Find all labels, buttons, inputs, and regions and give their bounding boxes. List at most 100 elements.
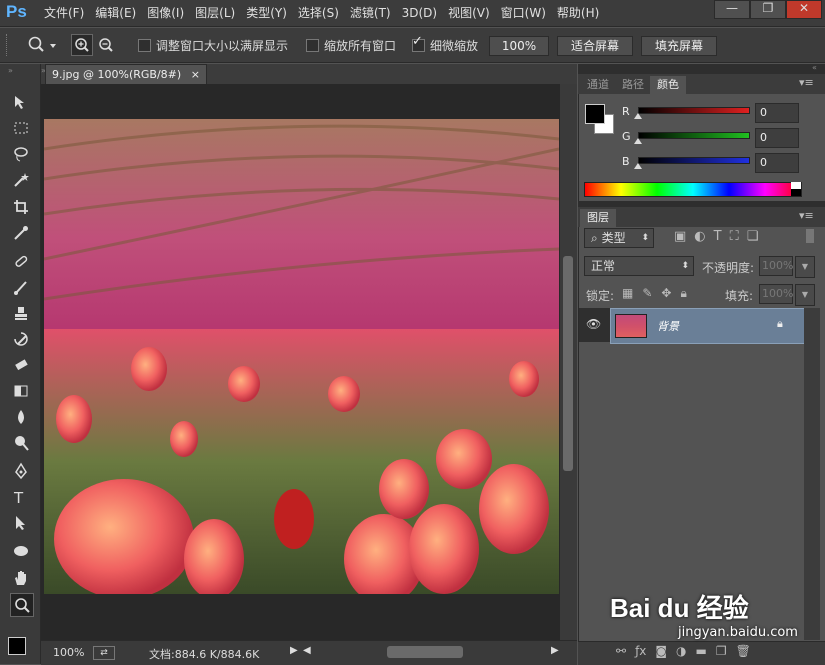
color-panel-menu-icon[interactable]: ▾≡ [799, 76, 814, 89]
spectrum-black-swatch[interactable] [791, 189, 801, 196]
fx-icon[interactable]: ƒx [635, 644, 646, 658]
layers-scrollbar[interactable] [804, 308, 820, 640]
fill-field[interactable]: 100% [759, 284, 793, 304]
tab-color-panel-1[interactable]: 路径 [615, 76, 651, 94]
zoom-out-icon[interactable] [96, 35, 116, 55]
canvas-image-tulip-field[interactable] [44, 119, 559, 594]
brush-tool-icon[interactable] [10, 276, 32, 298]
opacity-field[interactable]: 100% [759, 256, 793, 276]
zoom-tool-icon[interactable] [10, 593, 34, 617]
path-selection-icon[interactable] [10, 512, 32, 534]
zoom-all-checkbox[interactable] [306, 39, 319, 52]
dodge-tool-icon[interactable] [10, 432, 32, 454]
slider-track-b[interactable] [638, 157, 750, 164]
vertical-scroll-thumb[interactable] [563, 256, 573, 471]
menu-item[interactable]: 窗口(W) [501, 0, 546, 26]
slider-thumb-g[interactable] [634, 138, 642, 144]
menu-item[interactable]: 帮助(H) [557, 0, 599, 26]
layers-panel-menu-icon[interactable]: ▾≡ [799, 209, 814, 222]
value-field-b[interactable]: 0 [755, 153, 799, 173]
horizontal-scroll-thumb[interactable] [387, 646, 463, 658]
tab-color-panel-0[interactable]: 通道 [580, 76, 616, 94]
layer-filter-toggle[interactable] [806, 229, 814, 243]
delete-layer-icon[interactable]: 🗑︎ [736, 644, 751, 658]
lock-position-icon[interactable]: ✥ [661, 286, 671, 301]
move-tool-icon[interactable] [10, 91, 32, 113]
menu-item[interactable]: 视图(V) [448, 0, 490, 26]
menu-item[interactable]: 选择(S) [298, 0, 339, 26]
lasso-tool-icon[interactable] [10, 143, 32, 165]
blend-mode-select[interactable]: 正常 ⬍ [584, 256, 694, 276]
marquee-tool-icon[interactable] [10, 117, 32, 139]
layer-name[interactable]: 背景 [657, 318, 679, 334]
resize-windows-checkbox[interactable] [138, 39, 151, 52]
restore-button[interactable]: ❐ [750, 0, 786, 19]
menu-item[interactable]: 滤镜(T) [350, 0, 391, 26]
opacity-dropdown-icon[interactable]: ▼ [795, 256, 815, 278]
menu-item[interactable]: 3D(D) [402, 0, 437, 26]
fill-dropdown-icon[interactable]: ▼ [795, 284, 815, 306]
tab-color-panel-2[interactable]: 颜色 [650, 76, 686, 94]
new-layer-icon[interactable]: ❐ [716, 644, 727, 658]
eye-icon[interactable]: 👁︎ [586, 317, 601, 331]
crop-tool-icon[interactable] [10, 196, 32, 218]
fill-screen-button[interactable]: 填充屏幕 [641, 36, 717, 56]
value-field-r[interactable]: 0 [755, 103, 799, 123]
blur-tool-icon[interactable] [10, 406, 32, 428]
lock-image-pixels-icon[interactable]: ✎ [642, 286, 652, 301]
ellipse-tool-icon[interactable] [10, 540, 32, 562]
add-mask-icon[interactable]: ◙ [655, 644, 667, 658]
hand-tool-icon[interactable] [10, 567, 32, 589]
tab-layers[interactable]: 图层 [580, 209, 616, 227]
document-tab[interactable]: 9.jpg @ 100%(RGB/8#) × [45, 64, 207, 84]
close-button[interactable]: ✕ [786, 0, 822, 19]
color-spectrum-ramp[interactable] [584, 182, 802, 197]
slider-thumb-r[interactable] [634, 113, 642, 119]
status-menu-arrow-icon[interactable]: ▶ [290, 645, 298, 656]
slider-track-g[interactable] [638, 132, 750, 139]
spectrum-white-swatch[interactable] [791, 182, 801, 189]
slider-track-r[interactable] [638, 107, 750, 114]
filter-shape-layer-icon[interactable]: ⛶ [730, 229, 739, 244]
fit-screen-button[interactable]: 适合屏幕 [557, 36, 633, 56]
filter-smart-object-icon[interactable]: ❏ [747, 229, 759, 244]
adjustment-layer-icon[interactable]: ◑ [676, 644, 686, 658]
panel-dock-collapse-icon[interactable]: « [812, 63, 817, 72]
zoom-in-icon[interactable] [71, 34, 93, 56]
zoom-readout[interactable]: 100% [53, 646, 84, 659]
clone-stamp-icon[interactable] [10, 302, 32, 324]
menu-item[interactable]: 编辑(E) [95, 0, 136, 26]
toolbox-collapse-icon[interactable]: » [8, 66, 13, 75]
vertical-scrollbar[interactable] [560, 84, 577, 640]
healing-brush-icon[interactable] [10, 250, 32, 272]
zoom-100-button[interactable]: 100% [489, 36, 549, 56]
gradient-tool-icon[interactable] [10, 380, 32, 402]
lock-all-icon[interactable]: 🔒︎ [680, 286, 686, 301]
lock-transparent-pixels-icon[interactable]: ▦ [622, 286, 633, 301]
filter-pixel-layer-icon[interactable]: ▣ [674, 229, 686, 244]
magic-wand-icon[interactable] [10, 169, 32, 191]
zoom-tool-preset-icon[interactable] [26, 34, 58, 59]
eyedropper-icon[interactable] [10, 222, 32, 244]
slider-thumb-b[interactable] [634, 163, 642, 169]
pen-tool-icon[interactable] [10, 460, 32, 482]
layer-filter-kind-select[interactable]: ⌕ 类型 ⬍ [584, 228, 654, 248]
scroll-left-arrow-icon[interactable]: ◀ [303, 645, 311, 656]
layer-row[interactable]: 背景 🔒︎ [610, 308, 806, 344]
status-toggle-icon[interactable]: ⇄ [93, 646, 115, 660]
new-group-icon[interactable]: ▬ [696, 644, 707, 658]
toolbox-foreground-swatch[interactable] [8, 637, 26, 655]
filter-type-layer-icon[interactable]: T [714, 229, 722, 244]
menu-item[interactable]: 图层(L) [195, 0, 235, 26]
scroll-right-arrow-icon[interactable]: ▶ [551, 645, 559, 656]
minimize-button[interactable]: — [714, 0, 750, 19]
type-tool-icon[interactable]: T [10, 486, 32, 508]
menu-item[interactable]: 图像(I) [147, 0, 184, 26]
menu-item[interactable]: 文件(F) [44, 0, 84, 26]
link-layers-icon[interactable]: ⚯ [616, 644, 626, 658]
document-tab-close-icon[interactable]: × [191, 65, 200, 84]
filter-adjustment-layer-icon[interactable]: ◐ [694, 229, 705, 244]
menu-item[interactable]: 类型(Y) [246, 0, 287, 26]
value-field-g[interactable]: 0 [755, 128, 799, 148]
eraser-icon[interactable] [10, 354, 32, 376]
